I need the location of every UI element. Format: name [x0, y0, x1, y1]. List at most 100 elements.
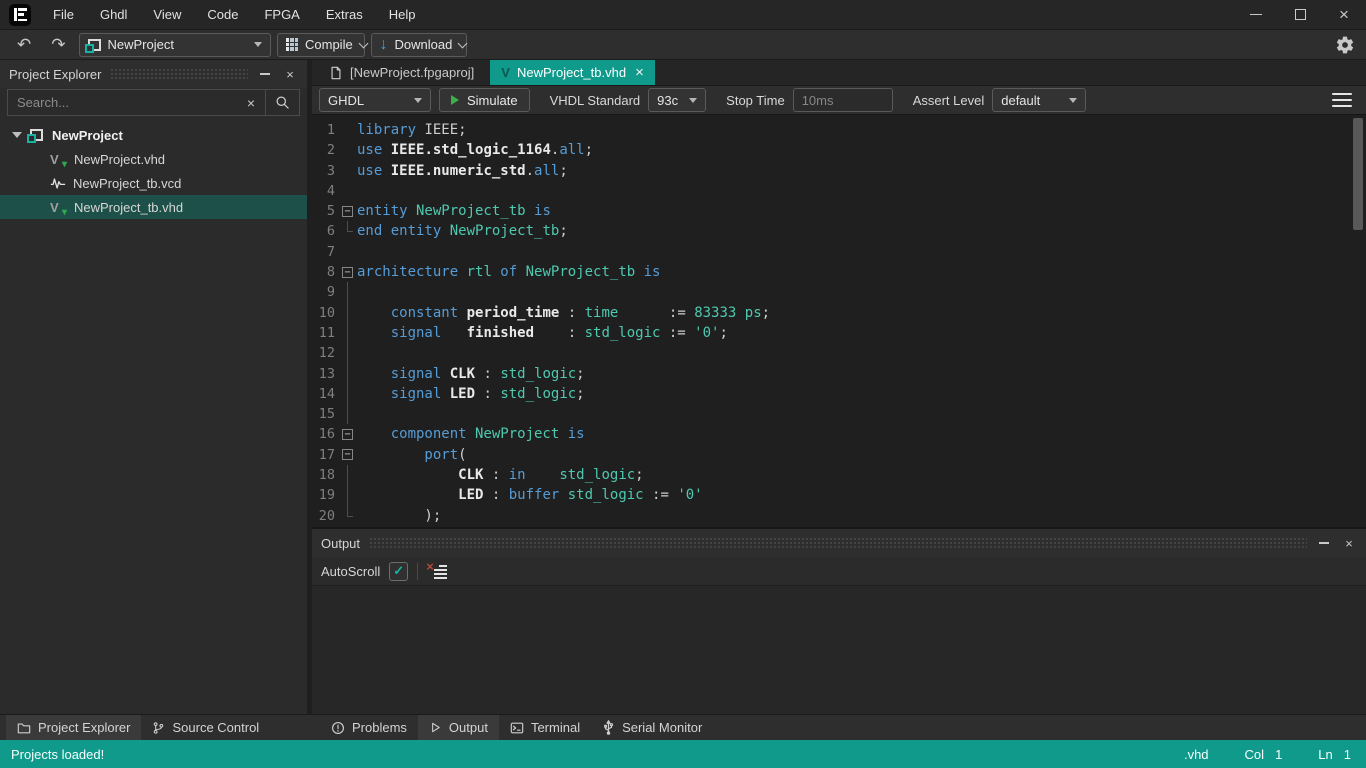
close-button[interactable]: × [1322, 0, 1366, 30]
redo-button[interactable]: ↷ [44, 36, 72, 53]
editor-menu-button[interactable] [1331, 89, 1353, 112]
clear-log-button[interactable]: × [427, 564, 447, 579]
menu-code[interactable]: Code [194, 0, 251, 30]
fold-marker-icon[interactable]: − [340, 445, 357, 465]
code-line[interactable]: 4 [312, 181, 1366, 201]
menu-help[interactable]: Help [376, 0, 429, 30]
assert-level-select[interactable]: default [992, 88, 1086, 112]
panel-close-button[interactable]: × [282, 64, 298, 84]
tree-item-newproject-tb-vhd[interactable]: V▾NewProject_tb.vhd [0, 195, 307, 219]
autoscroll-label: AutoScroll [321, 564, 380, 579]
output-content[interactable] [312, 585, 1366, 714]
panel-close-button[interactable]: × [1341, 533, 1357, 553]
menu-file[interactable]: File [40, 0, 87, 30]
code-line[interactable]: 16− component NewProject is [312, 424, 1366, 444]
undo-button[interactable]: ↶ [10, 36, 38, 53]
code-line[interactable]: 15 [312, 404, 1366, 424]
fold-marker-icon[interactable]: − [340, 424, 357, 444]
tool-select[interactable]: GHDL [319, 88, 431, 112]
vhdl-standard-select[interactable]: 93c [648, 88, 706, 112]
code-line[interactable]: 14 signal LED : std_logic; [312, 384, 1366, 404]
tab-close-icon[interactable]: × [635, 64, 644, 81]
fold-gutter [340, 404, 357, 424]
close-icon: × [286, 67, 294, 82]
tool-select-value: GHDL [328, 93, 364, 108]
compile-label: Compile [305, 37, 353, 52]
bottom-tab-problems[interactable]: Problems [320, 715, 418, 740]
code-text: port( [357, 445, 467, 465]
fold-marker-icon[interactable]: − [340, 201, 357, 221]
code-line[interactable]: 2use IEEE.std_logic_1164.all; [312, 140, 1366, 160]
tree-item-newproject[interactable]: NewProject [0, 123, 307, 147]
code-line[interactable]: 12 [312, 343, 1366, 363]
simulate-button[interactable]: Simulate [439, 88, 530, 112]
code-line[interactable]: 18 CLK : in std_logic; [312, 465, 1366, 485]
column-indicator[interactable]: Col 1 [1245, 747, 1283, 762]
line-indicator[interactable]: Ln 1 [1318, 747, 1351, 762]
fold-gutter [340, 364, 357, 384]
panel-minimize-button[interactable] [1316, 533, 1332, 553]
project-select[interactable]: NewProject [79, 33, 271, 57]
panel-header-texture [369, 537, 1307, 549]
code-line[interactable]: 19 LED : buffer std_logic := '0' [312, 485, 1366, 505]
code-line[interactable]: 11 signal finished : std_logic := '0'; [312, 323, 1366, 343]
code-line[interactable]: 1library IEEE; [312, 120, 1366, 140]
fold-gutter [340, 303, 357, 323]
bottom-tab-terminal[interactable]: Terminal [499, 715, 591, 740]
line-number: 1 [312, 120, 340, 140]
bottom-tab-serial-monitor[interactable]: Serial Monitor [591, 715, 713, 740]
bottom-tab-source-control[interactable]: Source Control [141, 715, 270, 740]
code-line[interactable]: 13 signal CLK : std_logic; [312, 364, 1366, 384]
search-clear-button[interactable]: × [237, 90, 265, 115]
vhdl-file-icon: V [501, 65, 510, 80]
maximize-button[interactable] [1278, 0, 1322, 30]
expander-icon[interactable] [12, 132, 22, 138]
menu-ghdl[interactable]: Ghdl [87, 0, 140, 30]
code-line[interactable]: 8−architecture rtl of NewProject_tb is [312, 262, 1366, 282]
line-number: 7 [312, 242, 340, 262]
chevron-down-icon [254, 42, 262, 47]
autoscroll-checkbox[interactable]: ✓ [389, 562, 408, 581]
menu-fpga[interactable]: FPGA [251, 0, 312, 30]
tab-newproject-tb-vhd[interactable]: VNewProject_tb.vhd× [490, 60, 655, 85]
scrollbar-thumb[interactable] [1353, 118, 1363, 230]
fold-marker-icon[interactable]: − [340, 262, 357, 282]
chevron-down-icon [689, 98, 697, 103]
menu-view[interactable]: View [140, 0, 194, 30]
minimize-icon [260, 73, 270, 75]
code-line[interactable]: 6end entity NewProject_tb; [312, 221, 1366, 241]
maximize-icon [1295, 9, 1306, 20]
minimize-button[interactable] [1234, 0, 1278, 30]
output-toolbar: AutoScroll ✓ × [312, 557, 1366, 585]
file-type-indicator[interactable]: .vhd [1184, 747, 1209, 762]
code-line[interactable]: 20 ); [312, 506, 1366, 526]
bottom-tab-output[interactable]: Output [418, 715, 499, 740]
tree-item-label: NewProject.vhd [74, 152, 165, 167]
code-line[interactable]: 17− port( [312, 445, 1366, 465]
col-value: 1 [1275, 747, 1282, 762]
tree-item-newproject-vhd[interactable]: V▾NewProject.vhd [0, 147, 307, 171]
line-number: 17 [312, 445, 340, 465]
tab-newproject-fpgaproj[interactable]: [NewProject.fpgaproj] [318, 60, 485, 85]
panel-header-texture [110, 68, 248, 80]
settings-gear-icon[interactable] [1335, 35, 1355, 55]
bottom-tab-project-explorer[interactable]: Project Explorer [6, 715, 141, 740]
editor-scrollbar[interactable] [1353, 118, 1363, 524]
menu-extras[interactable]: Extras [313, 0, 376, 30]
simulation-toolbar: GHDL Simulate VHDL Standard 93c Stop Tim… [312, 86, 1366, 115]
code-line[interactable]: 9 [312, 282, 1366, 302]
fold-gutter [340, 120, 357, 140]
code-editor[interactable]: 1library IEEE;2use IEEE.std_logic_1164.a… [312, 115, 1366, 527]
compile-button[interactable]: Compile [277, 33, 365, 57]
search-input[interactable] [8, 90, 237, 115]
code-line[interactable]: 3use IEEE.numeric_std.all; [312, 161, 1366, 181]
code-line[interactable]: 10 constant period_time : time := 83333 … [312, 303, 1366, 323]
download-button[interactable]: ↓ Download [371, 33, 467, 57]
tree-item-newproject-tb-vcd[interactable]: NewProject_tb.vcd [0, 171, 307, 195]
line-number: 6 [312, 221, 340, 241]
code-line[interactable]: 7 [312, 242, 1366, 262]
panel-minimize-button[interactable] [257, 64, 273, 84]
code-line[interactable]: 5−entity NewProject_tb is [312, 201, 1366, 221]
stop-time-input[interactable] [793, 88, 893, 112]
search-button[interactable] [265, 90, 299, 115]
